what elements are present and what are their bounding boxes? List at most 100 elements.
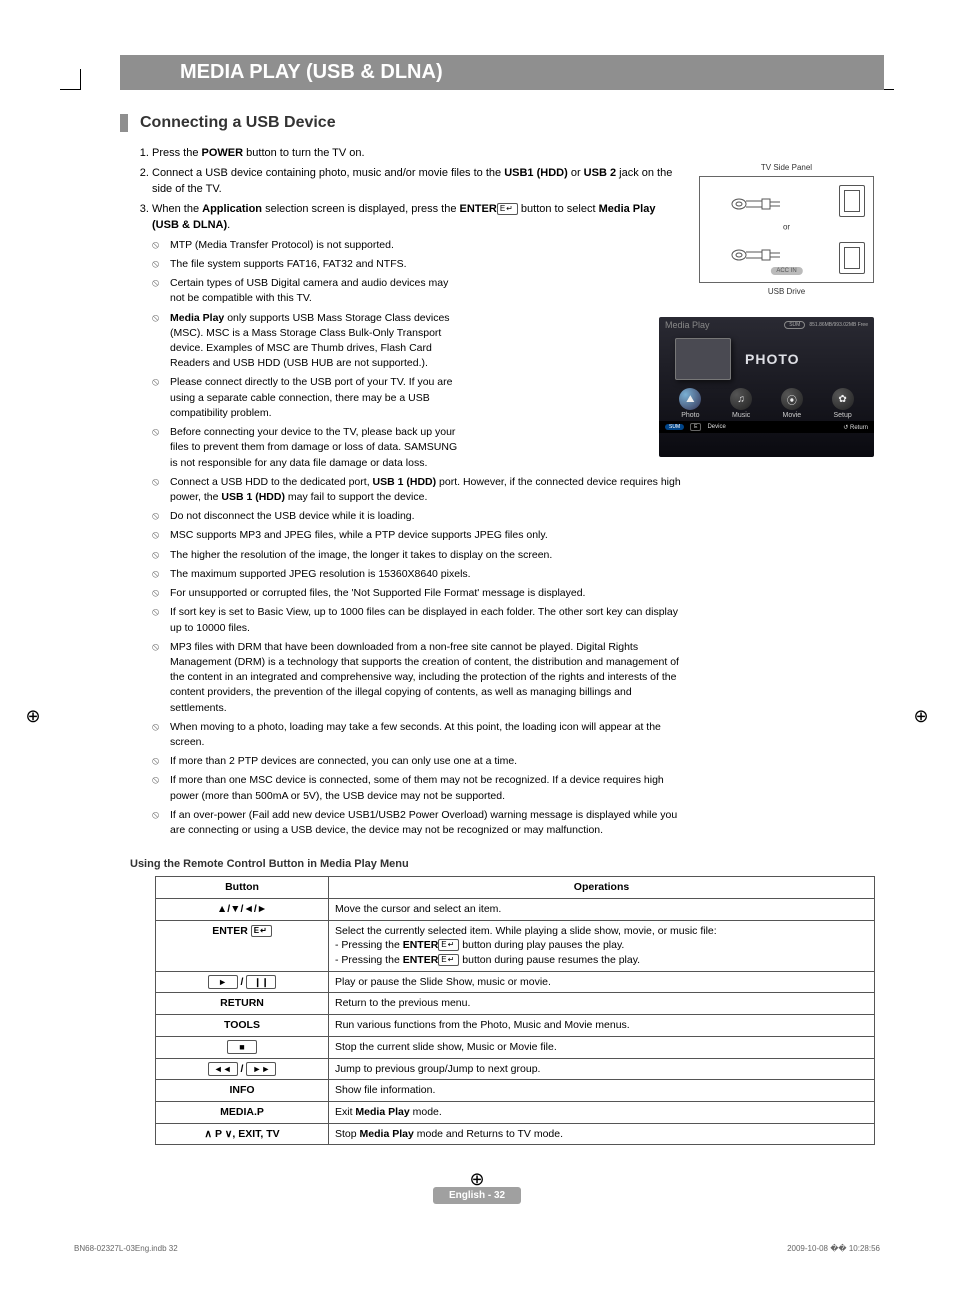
acc-in-label: ACC IN — [770, 267, 802, 275]
button-cell: TOOLS — [156, 1015, 329, 1037]
notes-list-short: MTP (Media Transfer Protocol) is not sup… — [152, 238, 684, 471]
music-icon: ♫ — [730, 388, 752, 410]
key-icon: ► — [208, 975, 238, 989]
table-row: ► / ❙❙Play or pause the Slide Show, musi… — [156, 971, 875, 993]
media-play-screenshot: Media Play SUM 851.86MB/993.02MB Free PH… — [659, 317, 874, 457]
mp-icon-label: Setup — [821, 412, 865, 419]
tv-side-panel-figure: TV Side Panel USB 1 (HDD) or — [699, 163, 874, 296]
print-file-name: BN68-02327L-03Eng.indb 32 — [74, 1244, 178, 1253]
enter-icon: E — [438, 954, 459, 966]
table-row: RETURNReturn to the previous menu. — [156, 993, 875, 1015]
section-heading: Connecting a USB Device — [120, 114, 884, 132]
table-row: ▲/▼/◄/►Move the cursor and select an ite… — [156, 899, 875, 921]
usb-plug-bottom-icon — [730, 248, 780, 262]
operation-cell: Select the currently selected item. Whil… — [329, 920, 875, 971]
mp-category-setup: ✿ Setup — [821, 388, 865, 419]
usb1-slot-icon: USB 1 (HDD) — [839, 185, 865, 217]
sum-badge: SUM — [784, 321, 805, 329]
notes-list-long: Connect a USB HDD to the dedicated port,… — [152, 475, 684, 839]
operation-cell: Return to the previous menu. — [329, 993, 875, 1015]
operation-cell: Move the cursor and select an item. — [329, 899, 875, 921]
th-button: Button — [156, 877, 329, 899]
button-cell: RETURN — [156, 993, 329, 1015]
operation-cell: Run various functions from the Photo, Mu… — [329, 1015, 875, 1037]
key-icon: ■ — [227, 1040, 257, 1054]
operation-cell: Stop Media Play mode and Returns to TV m… — [329, 1123, 875, 1145]
note-item: Connect a USB HDD to the dedicated port,… — [152, 475, 684, 505]
remote-subheading: Using the Remote Control Button in Media… — [130, 858, 884, 870]
note-item: The maximum supported JPEG resolution is… — [152, 567, 684, 582]
button-cell: ∧ P ∨, EXIT, TV — [156, 1123, 329, 1145]
operation-cell: Exit Media Play mode. — [329, 1101, 875, 1123]
note-item: Before connecting your device to the TV,… — [152, 425, 684, 471]
usb2-slot-icon — [839, 242, 865, 274]
mp-icon-label: Movie — [770, 412, 814, 419]
section-title: Connecting a USB Device — [140, 114, 336, 132]
setup-icon: ✿ — [832, 388, 854, 410]
note-item: Please connect directly to the USB port … — [152, 375, 684, 421]
button-cell: ◄◄ / ►► — [156, 1058, 329, 1080]
operation-cell: Play or pause the Slide Show, music or m… — [329, 971, 875, 993]
button-cell: ■ — [156, 1036, 329, 1058]
table-row: ENTER ESelect the currently selected ite… — [156, 920, 875, 971]
note-item: Certain types of USB Digital camera and … — [152, 276, 684, 306]
note-item: MP3 files with DRM that have been downlo… — [152, 640, 684, 716]
table-row: TOOLSRun various functions from the Phot… — [156, 1015, 875, 1037]
footer-device-label: Device — [707, 424, 725, 430]
note-item: If more than 2 PTP devices are connected… — [152, 754, 684, 769]
enter-icon: E — [438, 939, 459, 951]
page-content: MEDIA PLAY (USB & DLNA) Connecting a USB… — [70, 55, 884, 1225]
note-item: If sort key is set to Basic View, up to … — [152, 605, 684, 635]
operation-cell: Show file information. — [329, 1080, 875, 1102]
page-number-box: English - 32 — [433, 1187, 521, 1204]
mp-icon-label: Music — [719, 412, 763, 419]
note-item: Media Play only supports USB Mass Storag… — [152, 311, 684, 372]
note-item: If an over-power (Fail add new device US… — [152, 808, 684, 838]
button-cell: ENTER E — [156, 920, 329, 971]
storage-free-label: 851.86MB/993.02MB Free — [809, 322, 868, 328]
key-icon: ◄◄ — [208, 1062, 238, 1076]
page-footer: English - 32 — [70, 1185, 884, 1204]
operation-cell: Jump to previous group/Jump to next grou… — [329, 1058, 875, 1080]
note-item: MTP (Media Transfer Protocol) is not sup… — [152, 238, 684, 253]
enter-icon: E — [497, 203, 518, 215]
registration-mark-left — [22, 705, 44, 727]
key-icon: ❙❙ — [246, 975, 276, 989]
key-icon: ►► — [246, 1062, 276, 1076]
footer-return-label: ↺ Return — [843, 424, 868, 431]
usb-drive-label: USB Drive — [699, 287, 874, 296]
enter-icon: E — [251, 925, 272, 937]
step-1: Press the POWER button to turn the TV on… — [152, 146, 884, 162]
note-item: If more than one MSC device is connected… — [152, 773, 684, 803]
page-banner: MEDIA PLAY (USB & DLNA) — [120, 55, 884, 90]
print-timestamp: 2009-10-08 �� 10:28:56 — [787, 1244, 880, 1253]
print-metadata-line: BN68-02327L-03Eng.indb 32 2009-10-08 �� … — [70, 1244, 884, 1253]
movie-icon: ⦿ — [781, 388, 803, 410]
table-row: ◄◄ / ►►Jump to previous group/Jump to ne… — [156, 1058, 875, 1080]
remote-buttons-table: Button Operations ▲/▼/◄/►Move the cursor… — [155, 876, 875, 1145]
button-cell: ▲/▼/◄/► — [156, 899, 329, 921]
tv-side-panel-diagram: USB 1 (HDD) or ACC IN — [699, 176, 874, 283]
button-cell: ► / ❙❙ — [156, 971, 329, 993]
note-item: MSC supports MP3 and JPEG files, while a… — [152, 528, 684, 543]
footer-e-button: E — [690, 423, 701, 431]
step-3: When the Application selection screen is… — [152, 202, 884, 839]
note-item: When moving to a photo, loading may take… — [152, 720, 684, 750]
note-item: For unsupported or corrupted files, the … — [152, 586, 684, 601]
button-cell: INFO — [156, 1080, 329, 1102]
operation-cell: Stop the current slide show, Music or Mo… — [329, 1036, 875, 1058]
note-item: Do not disconnect the USB device while i… — [152, 509, 684, 524]
mp-category-movie: ⦿ Movie — [770, 388, 814, 419]
tv-side-panel-label: TV Side Panel — [699, 163, 874, 172]
registration-mark-right — [910, 705, 932, 727]
note-item: The higher the resolution of the image, … — [152, 548, 684, 563]
th-operations: Operations — [329, 877, 875, 899]
or-label: or — [783, 223, 790, 232]
table-row: INFOShow file information. — [156, 1080, 875, 1102]
table-row: MEDIA.PExit Media Play mode. — [156, 1101, 875, 1123]
note-item: The file system supports FAT16, FAT32 an… — [152, 257, 684, 272]
mp-category-music: ♫ Music — [719, 388, 763, 419]
button-cell: MEDIA.P — [156, 1101, 329, 1123]
usb-plug-top-icon — [730, 197, 780, 211]
photo-category-label: PHOTO — [745, 351, 800, 367]
